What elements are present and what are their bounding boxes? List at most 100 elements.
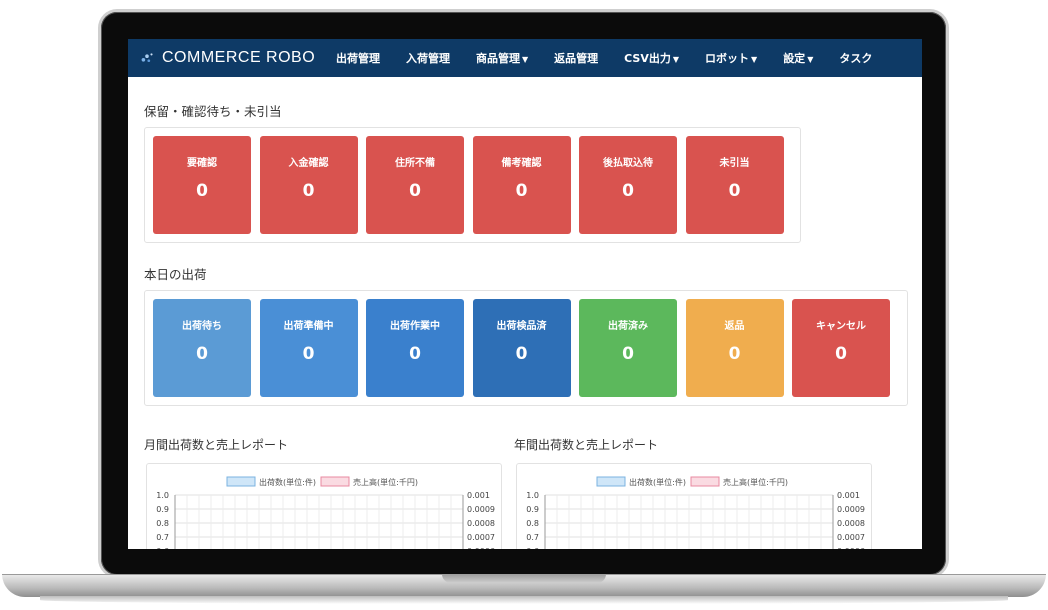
brand-name: COMMERCE ROBO [162, 49, 316, 66]
legend-label: 売上高(単位:千円) [353, 477, 418, 487]
nav-item-0[interactable]: 出荷管理 [336, 50, 380, 66]
nav-item-6[interactable]: 設定 ▼ [783, 50, 813, 66]
tile-count: 0 [302, 181, 315, 201]
today-tile[interactable]: 返品 0 [685, 299, 784, 397]
monthly-chart-title: 月間出荷数と売上レポート [144, 438, 289, 452]
pending-tile[interactable]: 備考確認 0 [472, 136, 571, 234]
caret-down-icon: ▼ [522, 55, 529, 64]
y-left-tick: 0.8 [526, 519, 539, 528]
today-tile[interactable]: 出荷済み 0 [579, 299, 677, 397]
tile-label: 入金確認 [288, 158, 329, 169]
legend-label: 出荷数(単位:件) [629, 477, 686, 487]
pending-tile[interactable]: 入金確認 0 [259, 136, 358, 234]
nav-item-label: CSV出力 [624, 52, 671, 65]
today-tile[interactable]: 出荷待ち 0 [153, 299, 251, 397]
chart-grid [174, 494, 464, 549]
tile-label: 要確認 [187, 158, 217, 169]
chart-legend[interactable]: 出荷数(単位:件) 売上高(単位:千円) [226, 476, 418, 487]
nav-item-label: 商品管理 [476, 52, 520, 65]
pending-tile[interactable]: 要確認 0 [153, 136, 251, 234]
y-left-tick: 0.8 [156, 519, 169, 528]
y-right-tick: 0.0009 [837, 505, 865, 514]
nav-item-label: 入荷管理 [406, 52, 450, 65]
tile-label: 出荷作業中 [390, 321, 440, 332]
today-section-title: 本日の出荷 [144, 267, 207, 282]
y-left-tick: 1.0 [156, 491, 169, 500]
nav-item-7[interactable]: タスク [839, 50, 872, 66]
laptop-notch [442, 574, 606, 583]
tile-count: 0 [515, 344, 528, 364]
nav-item-label: 返品管理 [554, 52, 599, 65]
y-left-tick: 0.9 [526, 505, 539, 514]
y-left-tick: 0.7 [156, 533, 169, 542]
nav-item-1[interactable]: 入荷管理 [406, 50, 450, 66]
legend-swatch [226, 476, 256, 487]
today-tile[interactable]: 出荷準備中 0 [259, 299, 358, 397]
y-right-tick: 0.0007 [837, 533, 865, 542]
caret-down-icon: ▼ [751, 55, 758, 64]
today-tile[interactable]: 出荷作業中 0 [366, 299, 464, 397]
tile-count: 0 [622, 181, 634, 201]
nav-menu: 出荷管理 入荷管理 商品管理 ▼ 返品管理 CSV出力 ▼ ロボット ▼ 設定 ▼ タスク [336, 50, 898, 66]
nav-item-label: 設定 [783, 52, 806, 65]
y-right-tick: 0.001 [467, 491, 490, 500]
nav-item-label: タスク [839, 52, 873, 65]
legend-swatch [690, 476, 720, 487]
screen: COMMERCE ROBO 出荷管理 入荷管理 商品管理 ▼ 返品管理 CSV出力 ▼ ロボッ… [128, 39, 922, 549]
y-right-tick: 0.0009 [467, 505, 495, 514]
tile-label: キャンセル [816, 321, 866, 332]
brand-logo-icon [141, 53, 153, 63]
tile-count: 0 [409, 344, 421, 364]
nav-item-5[interactable]: ロボット ▼ [705, 50, 757, 66]
chart-grid [544, 494, 834, 549]
tile-label: 住所不備 [395, 158, 435, 169]
tile-label: 出荷待ち [182, 321, 222, 332]
tile-count: 0 [196, 344, 208, 364]
y-left-tick: 0.9 [156, 505, 169, 514]
y-right-tick: 0.0007 [467, 533, 495, 542]
today-tile[interactable]: 出荷検品済 0 [472, 299, 571, 397]
tile-count: 0 [835, 344, 847, 364]
pending-section-title: 保留・確認待ち・未引当 [144, 104, 282, 119]
pending-tile[interactable]: 住所不備 0 [366, 136, 464, 234]
pending-panel: 要確認 0 入金確認 0 住所不備 0 備考確認 0 後払取込待 0 未引当 0 [144, 127, 801, 243]
navbar: COMMERCE ROBO 出荷管理 入荷管理 商品管理 ▼ 返品管理 CSV出力 ▼ ロボッ… [128, 39, 922, 77]
nav-item-label: ロボット [705, 52, 750, 65]
caret-down-icon: ▼ [672, 55, 680, 64]
y-right-tick: 0.0008 [467, 519, 495, 528]
tile-count: 0 [515, 181, 528, 201]
nav-item-4[interactable]: CSV出力 ▼ [624, 50, 679, 66]
today-tile[interactable]: キャンセル 0 [792, 299, 890, 397]
y-right-tick: 0.0006 [467, 547, 495, 549]
nav-item-label: 出荷管理 [336, 52, 380, 65]
tile-count: 0 [409, 181, 421, 201]
tile-count: 0 [196, 181, 208, 201]
chart-legend[interactable]: 出荷数(単位:件) 売上高(単位:千円) [596, 476, 788, 487]
nav-item-2[interactable]: 商品管理 ▼ [476, 50, 528, 66]
legend-label: 出荷数(単位:件) [259, 477, 316, 487]
nav-item-3[interactable]: 返品管理 [554, 50, 598, 66]
tile-count: 0 [302, 344, 315, 364]
tile-label: 後払取込待 [603, 158, 653, 169]
y-left-tick: 0.7 [526, 533, 539, 542]
y-left-tick: 0.6 [156, 547, 169, 549]
laptop-shadow [40, 596, 1008, 604]
tile-count: 0 [622, 344, 634, 364]
tile-count: 0 [728, 344, 741, 364]
tile-label: 未引当 [719, 158, 750, 169]
y-right-tick: 0.0008 [837, 519, 865, 528]
monthly-chart-svg: 出荷数(単位:件) 売上高(単位:千円) 1.0 0.9 0.8 0.7 0.6 0.001 0… [156, 476, 495, 549]
y-left-tick: 1.0 [526, 491, 539, 500]
pending-tile[interactable]: 未引当 0 [685, 136, 784, 234]
tile-label: 出荷検品済 [496, 321, 547, 332]
tile-label: 返品 [724, 321, 745, 332]
pending-tile[interactable]: 後払取込待 0 [579, 136, 677, 234]
tile-label: 出荷準備中 [283, 321, 334, 332]
yearly-chart-svg: 出荷数(単位:件) 売上高(単位:千円) 1.0 0.9 0.8 0.7 0.6 0.001 0… [526, 476, 865, 549]
brand[interactable]: COMMERCE ROBO [128, 49, 336, 67]
tile-label: 出荷済み [608, 321, 648, 332]
y-left-tick: 0.6 [526, 547, 539, 549]
yearly-chart: 出荷数(単位:件) 売上高(単位:千円) 1.0 0.9 0.8 0.7 0.6 0.001 0… [516, 463, 872, 549]
legend-swatch [320, 476, 350, 487]
legend-label: 売上高(単位:千円) [723, 477, 788, 487]
